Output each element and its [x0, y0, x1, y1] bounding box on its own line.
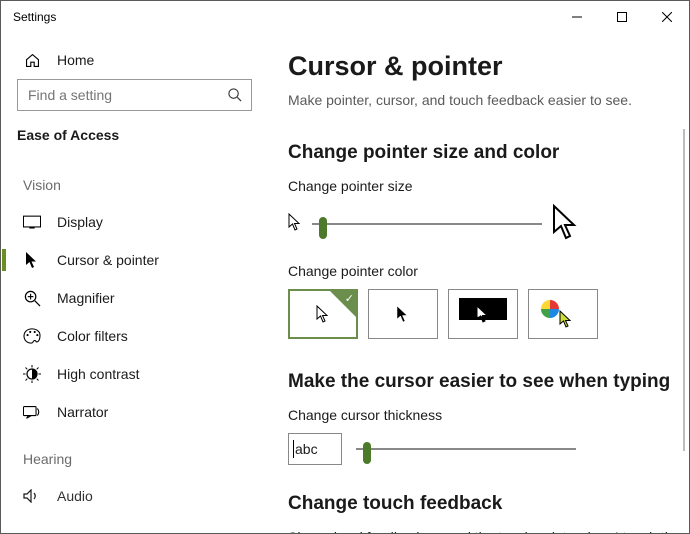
home-label: Home [57, 52, 94, 68]
cursor-thickness-slider[interactable] [356, 437, 576, 461]
sidebar-item-narrator[interactable]: Narrator [1, 393, 268, 431]
text-caret [293, 440, 294, 458]
pointer-size-row [288, 204, 689, 243]
sidebar-item-label: Narrator [57, 404, 108, 420]
check-icon: ✓ [345, 292, 354, 305]
sidebar-item-label: Magnifier [57, 290, 115, 306]
sidebar: Home Ease of Access Vision Display [1, 33, 268, 533]
maximize-button[interactable] [599, 1, 644, 33]
home-icon [23, 51, 41, 69]
sidebar-item-cursor[interactable]: Cursor & pointer [1, 241, 268, 279]
magnifier-icon [23, 289, 41, 307]
sidebar-item-label: Color filters [57, 328, 128, 344]
high-contrast-icon [23, 365, 41, 383]
group-hearing: Hearing [1, 431, 268, 477]
slider-track [356, 448, 576, 450]
pointer-color-black[interactable] [368, 289, 438, 339]
slider-thumb[interactable] [363, 442, 371, 464]
group-vision: Vision [1, 157, 268, 203]
sidebar-item-audio[interactable]: Audio [1, 477, 268, 507]
pointer-color-custom[interactable] [528, 289, 598, 339]
pointer-size-slider[interactable] [312, 212, 542, 236]
home-button[interactable]: Home [1, 45, 268, 79]
palette-icon [23, 327, 41, 345]
minimize-button[interactable] [554, 1, 599, 33]
label-pointer-size: Change pointer size [288, 178, 689, 194]
touch-description: Show visual feedback around the touch po… [288, 529, 689, 533]
search-wrap [17, 79, 252, 111]
sidebar-item-label: Cursor & pointer [57, 252, 159, 268]
settings-window: Settings Home [0, 0, 690, 534]
content-scrollbar[interactable] [683, 129, 685, 451]
display-icon [23, 213, 41, 231]
content: Cursor & pointer Make pointer, cursor, a… [268, 33, 689, 533]
titlebar: Settings [1, 1, 689, 33]
sidebar-item-display[interactable]: Display [1, 203, 268, 241]
body: Home Ease of Access Vision Display [1, 33, 689, 533]
minimize-icon [572, 12, 582, 22]
large-cursor-icon [552, 204, 580, 243]
pointer-color-options: ✓ [288, 289, 689, 339]
slider-thumb[interactable] [319, 217, 327, 239]
close-icon [662, 12, 672, 22]
page-subtitle: Make pointer, cursor, and touch feedback… [288, 92, 689, 108]
pointer-color-white[interactable]: ✓ [288, 289, 358, 339]
sidebar-item-label: Display [57, 214, 103, 230]
sidebar-item-label: Audio [57, 488, 93, 504]
section-size-color: Change pointer size and color [288, 142, 689, 164]
maximize-icon [617, 12, 627, 22]
section-touch: Change touch feedback [288, 493, 689, 515]
sidebar-item-magnifier[interactable]: Magnifier [1, 279, 268, 317]
section-typing: Make the cursor easier to see when typin… [288, 371, 689, 393]
audio-icon [23, 487, 41, 505]
sidebar-item-colorfilters[interactable]: Color filters [1, 317, 268, 355]
page-title: Cursor & pointer [288, 51, 689, 82]
sidebar-item-label: High contrast [57, 366, 139, 382]
label-pointer-color: Change pointer color [288, 263, 689, 279]
slider-track [312, 223, 542, 225]
small-cursor-icon [288, 213, 302, 234]
cursor-preview-text: abc [295, 441, 318, 457]
pointer-color-inverted[interactable] [448, 289, 518, 339]
sidebar-item-highcontrast[interactable]: High contrast [1, 355, 268, 393]
search-input[interactable] [17, 79, 252, 111]
context-heading: Ease of Access [1, 125, 268, 157]
cursor-thickness-row: abc [288, 433, 689, 465]
window-controls [554, 1, 689, 33]
narrator-icon [23, 403, 41, 421]
cursor-icon [23, 251, 41, 269]
close-button[interactable] [644, 1, 689, 33]
window-title: Settings [13, 10, 56, 24]
cursor-preview: abc [288, 433, 342, 465]
label-cursor-thickness: Change cursor thickness [288, 407, 689, 423]
